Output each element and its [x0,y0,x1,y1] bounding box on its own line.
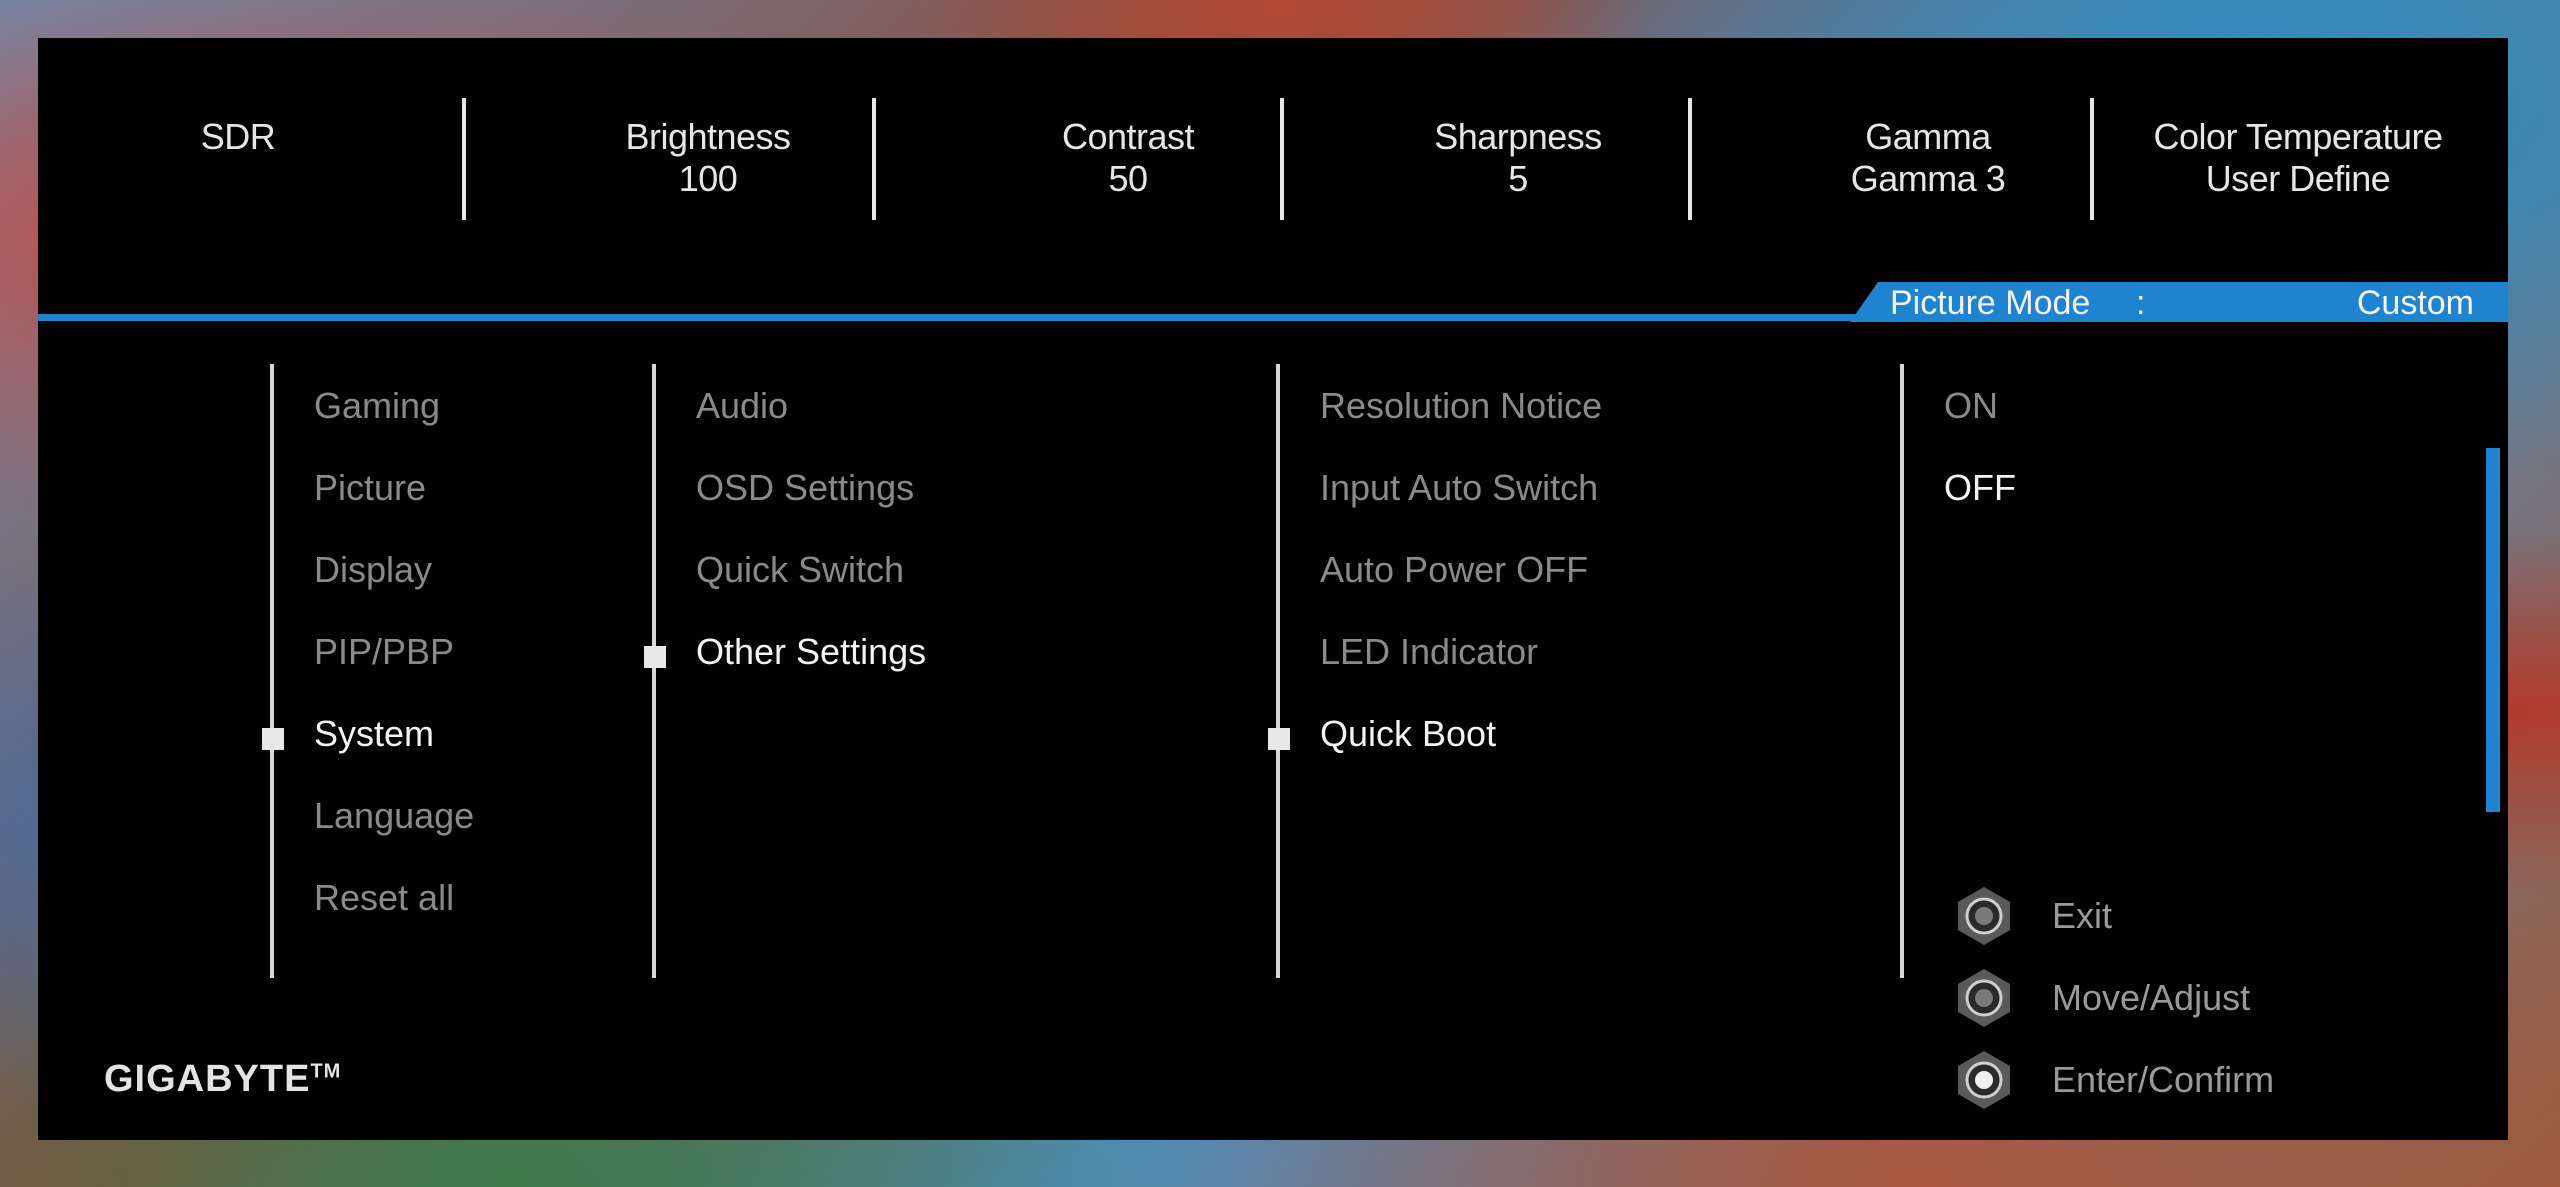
setting-item-input-auto-switch[interactable]: Input Auto Switch [1320,466,1598,510]
qs-mode[interactable]: SDR [178,116,298,158]
menu-item-reset-all[interactable]: Reset all [314,876,454,920]
selection-marker [1268,728,1290,750]
menu-item-system[interactable]: System [314,712,434,756]
column-divider [652,364,656,978]
selection-marker [644,646,666,668]
option-on[interactable]: ON [1944,384,1998,428]
qs-divider [1688,98,1692,220]
menu-item-gaming[interactable]: Gaming [314,384,440,428]
setting-item-quick-boot[interactable]: Quick Boot [1320,712,1496,756]
qs-contrast-value: 50 [1108,158,1148,199]
setting-item-resolution-notice[interactable]: Resolution Notice [1320,384,1602,428]
selection-marker [262,728,284,750]
qs-gamma-value: Gamma 3 [1850,158,2006,199]
qs-color-temperature-value: User Define [2205,158,2391,199]
trademark-symbol: TM [310,1060,342,1083]
menu-item-picture[interactable]: Picture [314,466,426,510]
legend-exit-label: Exit [2052,895,2113,936]
gigabyte-logo: GIGABYTETM [104,1058,341,1101]
qs-brightness[interactable]: Brightness 100 [538,116,878,200]
submenu-item-audio[interactable]: Audio [696,384,788,428]
menu-item-language[interactable]: Language [314,794,474,838]
qs-color-temperature-label: Color Temperature [2153,116,2443,157]
joystick-enter-icon [1958,1051,2010,1109]
qs-mode-label: SDR [200,116,276,157]
qs-sharpness-value: 5 [1508,158,1528,199]
qs-divider [462,98,466,220]
column-divider [1276,364,1280,978]
qs-color-temperature[interactable]: Color Temperature User Define [2118,116,2478,200]
qs-divider [2090,98,2094,220]
picture-mode-label: Picture Mode [1890,284,2091,322]
submenu-item-other-settings[interactable]: Other Settings [696,630,926,674]
joystick-exit-icon [1958,887,2010,945]
submenu-item-quick-switch[interactable]: Quick Switch [696,548,904,592]
column-divider [270,364,274,978]
qs-divider [1280,98,1284,220]
brand-name: GIGABYTE [104,1058,311,1100]
picture-mode-separator: : [2136,284,2146,322]
scroll-accent-bar [2486,448,2500,812]
column-divider [1900,364,1904,978]
qs-gamma[interactable]: Gamma Gamma 3 [1758,116,2098,200]
menu-item-display[interactable]: Display [314,548,432,592]
setting-item-led-indicator[interactable]: LED Indicator [1320,630,1538,674]
osd-menu: SDR Brightness 100 Contrast 50 Sharpness… [38,38,2508,1140]
menu-item-pip-pbp[interactable]: PIP/PBP [314,630,454,674]
setting-item-auto-power-off[interactable]: Auto Power OFF [1320,548,1588,592]
option-off[interactable]: OFF [1944,466,2016,510]
qs-gamma-label: Gamma [1865,116,1991,157]
qs-sharpness-label: Sharpness [1434,116,1602,157]
legend-move-adjust-label: Move/Adjust [2052,977,2251,1018]
picture-mode-value: Custom [2356,284,2474,322]
submenu-item-osd-settings[interactable]: OSD Settings [696,466,914,510]
qs-sharpness[interactable]: Sharpness 5 [1348,116,1688,200]
qs-contrast-label: Contrast [1061,116,1195,157]
legend-enter-confirm-label: Enter/Confirm [2052,1059,2275,1100]
qs-brightness-value: 100 [678,158,738,199]
qs-brightness-label: Brightness [625,116,791,157]
joystick-move-icon [1958,969,2010,1027]
qs-divider [872,98,876,220]
qs-contrast[interactable]: Contrast 50 [958,116,1298,200]
